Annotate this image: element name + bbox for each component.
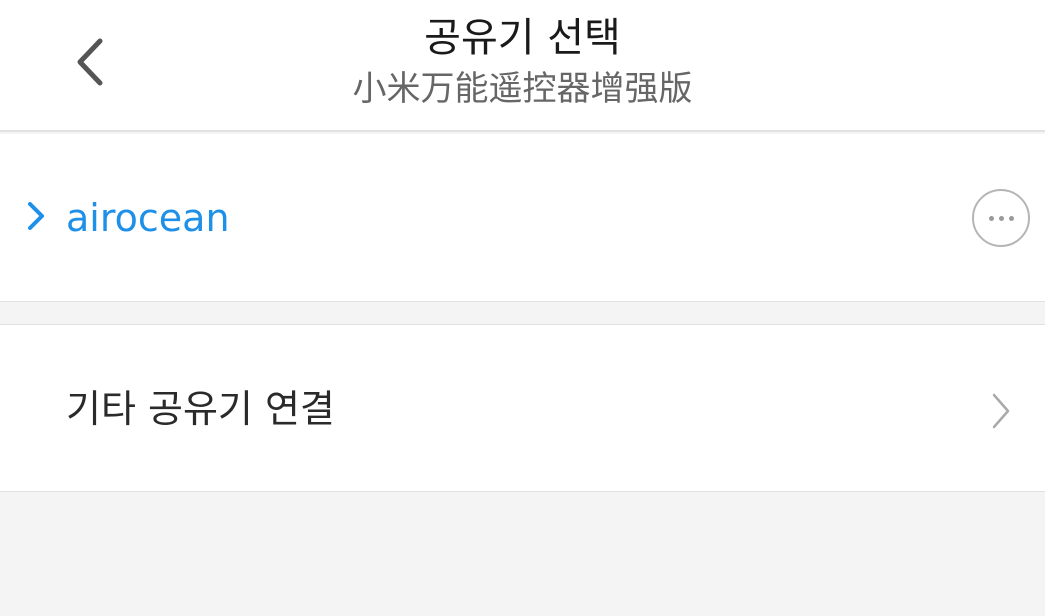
connect-other-router-row[interactable]: 기타 공유기 연결: [0, 324, 1045, 492]
more-options-button[interactable]: [972, 189, 1030, 247]
more-dot: [1008, 215, 1014, 221]
expand-chevron-icon[interactable]: [22, 196, 50, 236]
network-row-airocean[interactable]: airocean: [0, 134, 1045, 302]
header-bar: 공유기 선택 小米万能遥控器增强版: [0, 0, 1045, 132]
page-title: 공유기 선택: [424, 15, 621, 61]
more-dot: [998, 215, 1004, 221]
connect-other-router-label: 기타 공유기 연결: [66, 387, 335, 431]
more-dot: [988, 215, 994, 221]
network-name: airocean: [66, 196, 230, 240]
page-subtitle: 小米万能遥控器增强版: [352, 69, 693, 109]
chevron-right-icon: [988, 391, 1014, 431]
